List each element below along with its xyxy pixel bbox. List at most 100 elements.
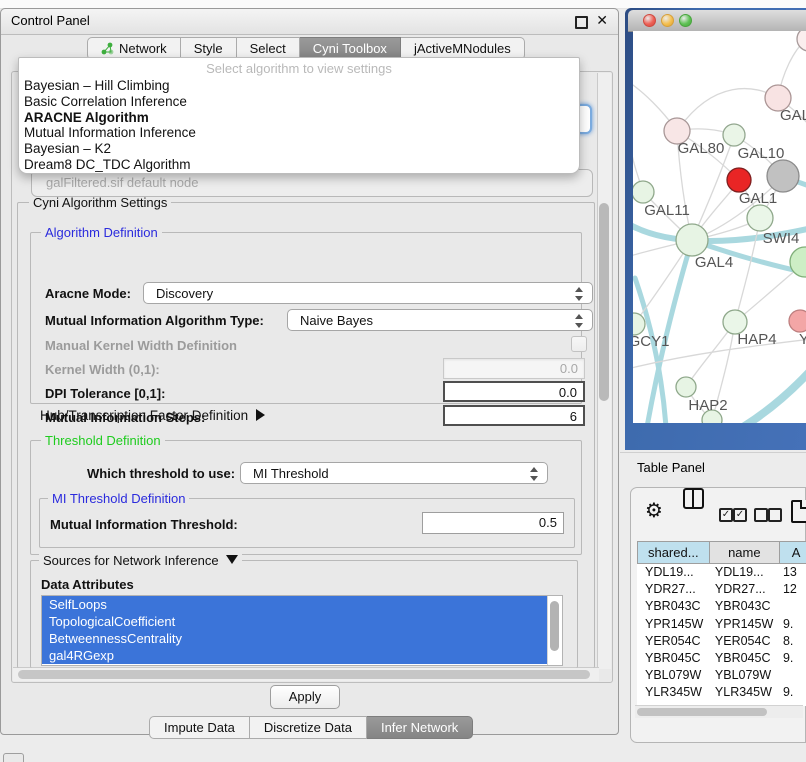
network-node-gal4[interactable] bbox=[676, 224, 708, 256]
algorithm-definition-group: Algorithm Definition Aracne Mode: Discov… bbox=[30, 232, 582, 404]
network-node-swi4[interactable] bbox=[747, 205, 773, 231]
dropdown-item[interactable]: Dream8 DC_TDC Algorithm bbox=[21, 157, 561, 173]
tab-impute-data[interactable]: Impute Data bbox=[149, 716, 250, 739]
column-header[interactable]: name bbox=[710, 541, 781, 564]
network-node-gal11[interactable] bbox=[633, 181, 654, 203]
document-icon[interactable] bbox=[791, 500, 806, 523]
network-window-titlebar[interactable] bbox=[628, 10, 806, 32]
network-node-gal10[interactable] bbox=[723, 124, 745, 146]
table-cell bbox=[775, 667, 806, 684]
cyni-bottom-tabs: Impute DataDiscretize DataInfer Network bbox=[149, 716, 473, 739]
scrollbar-thumb[interactable] bbox=[637, 708, 767, 716]
network-node-gal1[interactable] bbox=[727, 168, 751, 192]
network-node-y[interactable] bbox=[789, 310, 806, 332]
table-horizontal-scrollbar[interactable] bbox=[635, 705, 803, 718]
table-header: shared...nameA bbox=[637, 541, 806, 564]
float-window-icon[interactable] bbox=[575, 16, 588, 29]
list-scrollbar[interactable] bbox=[547, 596, 561, 665]
screen: Control Panel ✕ NetworkStyleSelectCyni T… bbox=[0, 0, 806, 762]
dropdown-item[interactable]: Bayesian – Hill Climbing bbox=[21, 78, 561, 94]
dropdown-item[interactable]: Basic Correlation Inference bbox=[21, 94, 561, 110]
unchecked-checkbox-icon[interactable] bbox=[754, 508, 768, 522]
network-node-gcy1[interactable] bbox=[633, 313, 645, 335]
table-row[interactable]: YPR145WYPR145W9. bbox=[637, 616, 806, 633]
attribute-item[interactable]: BetweennessCentrality bbox=[42, 630, 554, 647]
dpi-tolerance-field[interactable]: 0.0 bbox=[443, 381, 585, 402]
network-icon bbox=[101, 42, 114, 55]
dropdown-item[interactable]: Mutual Information Inference bbox=[21, 125, 561, 141]
dropdown-item[interactable]: ARACNE Algorithm bbox=[21, 110, 561, 126]
mi-threshold-definition-group: MI Threshold Definition Mutual Informati… bbox=[39, 498, 575, 548]
table-cell: YBL079W bbox=[707, 667, 775, 684]
unchecked-checkbox-icon[interactable] bbox=[768, 508, 782, 522]
table-cell: 9. bbox=[775, 684, 806, 701]
manual-kernel-width-label: Manual Kernel Width Definition bbox=[45, 338, 237, 353]
table-row[interactable]: YBR043CYBR043C bbox=[637, 598, 806, 615]
node-label: GAL bbox=[780, 107, 806, 124]
mi-steps-field[interactable]: 6 bbox=[443, 405, 585, 426]
zoom-button[interactable] bbox=[679, 14, 692, 27]
data-attributes-list[interactable]: SelfLoopsTopologicalCoefficientBetweenne… bbox=[41, 595, 563, 666]
network-node[interactable] bbox=[767, 160, 799, 192]
columns-icon[interactable] bbox=[683, 488, 704, 509]
stepper-arrows-icon bbox=[575, 287, 583, 301]
aracne-mode-select[interactable]: Discovery bbox=[143, 282, 593, 304]
which-threshold-select[interactable]: MI Threshold bbox=[240, 462, 548, 484]
node-label: SWI4 bbox=[763, 230, 800, 247]
threshold-definition-title: Threshold Definition bbox=[41, 433, 165, 448]
attribute-item[interactable]: TopologicalCoefficient bbox=[42, 613, 554, 630]
aracne-mode-label: Aracne Mode: bbox=[45, 286, 131, 301]
column-header[interactable]: A bbox=[780, 541, 806, 564]
tab-label: Style bbox=[194, 41, 223, 56]
horizontal-scrollbar[interactable] bbox=[13, 667, 599, 681]
dropdown-item[interactable]: Bayesian – K2 bbox=[21, 141, 561, 157]
mi-threshold-label: Mutual Information Threshold: bbox=[50, 517, 238, 532]
table-cell: YBR043C bbox=[707, 598, 775, 615]
table-row[interactable]: YBL079WYBL079W bbox=[637, 667, 806, 684]
network-graph: GALGAL80GAL10GAL1SWI4GAL11GAL4HAP4YGCY1H… bbox=[633, 31, 806, 423]
corner-stub-button[interactable] bbox=[3, 753, 24, 762]
table-cell: YDL19... bbox=[637, 564, 707, 581]
dpi-tolerance-label: DPI Tolerance [0,1]: bbox=[45, 386, 165, 401]
kernel-width-field[interactable]: 0.0 bbox=[443, 358, 585, 379]
table-row[interactable]: YDL19...YDL19...13 bbox=[637, 564, 806, 581]
minimize-button[interactable] bbox=[661, 14, 674, 27]
node-label: Y bbox=[799, 331, 806, 348]
mi-threshold-field[interactable]: 0.5 bbox=[422, 512, 564, 534]
tab-discretize-data[interactable]: Discretize Data bbox=[250, 716, 367, 739]
mi-algorithm-type-select[interactable]: Naive Bayes bbox=[287, 309, 593, 331]
tab-label: Network bbox=[119, 41, 167, 56]
node-label: GAL10 bbox=[738, 145, 785, 162]
close-icon[interactable]: ✕ bbox=[596, 12, 608, 29]
network-node-hap2[interactable] bbox=[676, 377, 696, 397]
close-button[interactable] bbox=[643, 14, 656, 27]
table-cell: YDR27... bbox=[637, 581, 707, 598]
gear-icon[interactable]: ⚙ bbox=[645, 501, 663, 521]
scrollbar-thumb[interactable] bbox=[550, 601, 559, 651]
attribute-item[interactable]: gal4RGexp bbox=[42, 647, 554, 664]
sources-title[interactable]: Sources for Network Inference bbox=[39, 553, 242, 568]
scrollbar-thumb[interactable] bbox=[599, 203, 609, 401]
table-row[interactable]: YER054CYER054C8. bbox=[637, 633, 806, 650]
manual-kernel-width-checkbox[interactable] bbox=[571, 336, 587, 352]
scrollbar-thumb[interactable] bbox=[18, 670, 590, 679]
table-cell: YPR145W bbox=[637, 616, 707, 633]
table-cell: YBR045C bbox=[637, 650, 707, 667]
column-header[interactable]: shared... bbox=[637, 541, 710, 564]
hub-section-toggle[interactable]: Hub/Transcription Factor Definition bbox=[40, 408, 265, 423]
node-table: shared...nameA YDL19...YDL19...13YDR27..… bbox=[637, 541, 806, 706]
table-row[interactable]: YLR345WYLR345W9. bbox=[637, 684, 806, 701]
checked-checkbox-icon[interactable]: ✓ bbox=[733, 508, 747, 522]
checked-checkbox-icon[interactable]: ✓ bbox=[719, 508, 733, 522]
table-row[interactable]: YBR045CYBR045C9. bbox=[637, 650, 806, 667]
table-row[interactable]: YDR27...YDR27...12 bbox=[637, 581, 806, 598]
network-canvas[interactable]: GALGAL80GAL10GAL1SWI4GAL11GAL4HAP4YGCY1H… bbox=[633, 31, 806, 423]
vertical-scrollbar[interactable] bbox=[597, 73, 611, 669]
apply-button[interactable]: Apply bbox=[270, 685, 340, 709]
threshold-definition-group: Threshold Definition Which threshold to … bbox=[30, 440, 582, 555]
table-cell: 9. bbox=[775, 650, 806, 667]
tab-infer-network[interactable]: Infer Network bbox=[367, 716, 473, 739]
dropdown-placeholder: Select algorithm to view settings bbox=[19, 61, 579, 76]
table-cell: 12 bbox=[775, 581, 806, 598]
attribute-item[interactable]: SelfLoops bbox=[42, 596, 554, 613]
